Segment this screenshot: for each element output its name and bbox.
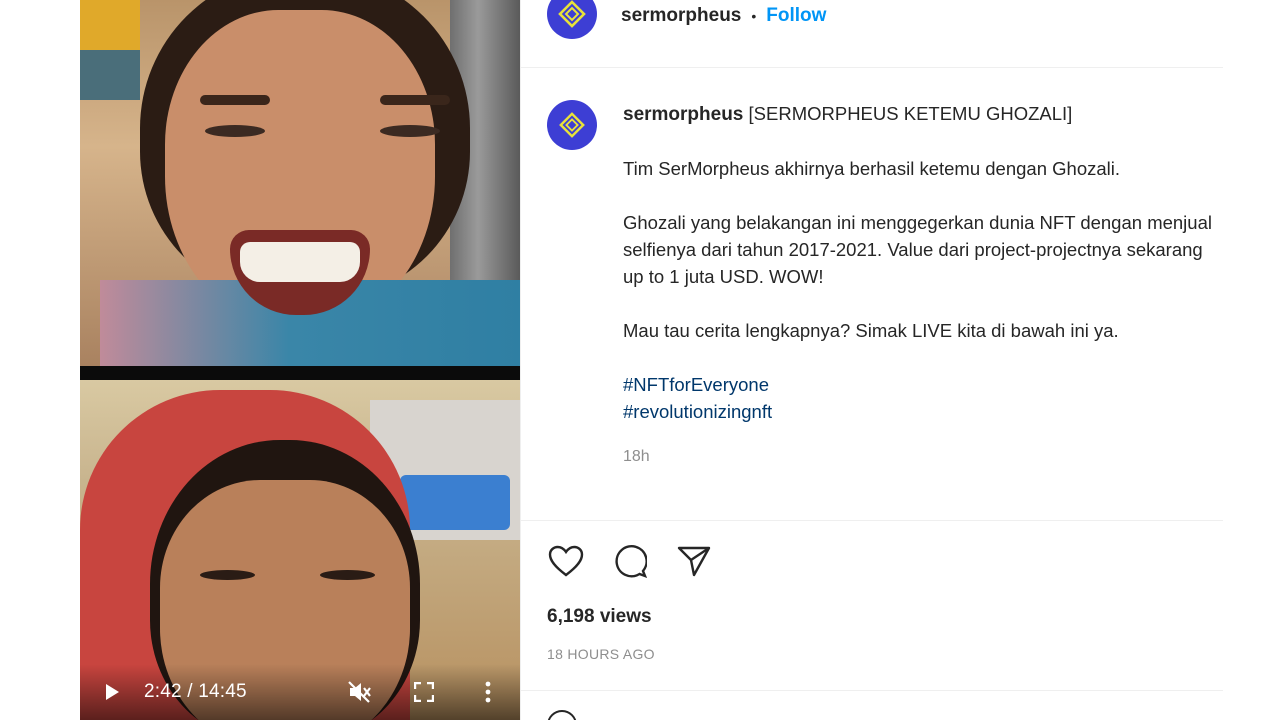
teeth bbox=[240, 242, 360, 282]
comment-icon[interactable] bbox=[611, 542, 649, 580]
video-controls-right bbox=[346, 678, 502, 706]
section-divider bbox=[521, 520, 1223, 521]
eye bbox=[320, 570, 375, 580]
top-camera-feed bbox=[80, 0, 520, 366]
separator-dot: • bbox=[751, 7, 757, 24]
eye bbox=[380, 125, 440, 137]
caption-avatar[interactable] bbox=[547, 100, 597, 150]
post-actions bbox=[547, 542, 713, 580]
caption-paragraph: Tim SerMorpheus akhirnya berhasil ketemu… bbox=[623, 158, 1121, 179]
video-timecode: 2:42 / 14:45 bbox=[144, 681, 247, 702]
caption-title-line: sermorpheus [SERMORPHEUS KETEMU GHOZALI] bbox=[623, 100, 1217, 128]
eyebrow bbox=[380, 95, 450, 105]
caption-title: [SERMORPHEUS KETEMU GHOZALI] bbox=[748, 103, 1073, 124]
eye bbox=[200, 570, 255, 580]
hashtag-link[interactable]: #NFTforEveryone bbox=[623, 371, 1217, 398]
muted-icon[interactable] bbox=[346, 678, 374, 706]
header-username[interactable]: sermorpheus bbox=[621, 5, 741, 27]
wall-decor bbox=[80, 50, 140, 100]
sermorpheus-logo-icon bbox=[558, 0, 586, 28]
caption-paragraph: Mau tau cerita lengkapnya? Simak LIVE ki… bbox=[623, 320, 1119, 341]
caption-timestamp[interactable]: 18h bbox=[623, 443, 1217, 470]
caption-paragraph: Ghozali yang belakangan ini menggegerkan… bbox=[623, 212, 1212, 287]
eye bbox=[205, 125, 265, 137]
instagram-post-page: 2:42 / 14:45 sermorpheus • Follow sermor… bbox=[0, 0, 1280, 720]
post-header: sermorpheus • Follow bbox=[521, 0, 1223, 68]
video-controls-bar: 2:42 / 14:45 bbox=[80, 664, 520, 720]
hashtag-list: #NFTforEveryone #revolutionizingnft bbox=[623, 371, 1217, 425]
caption-body: sermorpheus [SERMORPHEUS KETEMU GHOZALI]… bbox=[623, 100, 1217, 470]
play-icon[interactable] bbox=[98, 678, 126, 706]
emoji-icon[interactable] bbox=[547, 710, 577, 720]
profile-avatar[interactable] bbox=[547, 0, 597, 39]
caption-username[interactable]: sermorpheus bbox=[623, 104, 743, 125]
left-gutter bbox=[0, 0, 80, 720]
section-divider bbox=[521, 690, 1223, 691]
live-video-player[interactable]: 2:42 / 14:45 bbox=[80, 0, 520, 720]
share-icon[interactable] bbox=[675, 542, 713, 580]
eyebrow bbox=[200, 95, 270, 105]
more-vertical-icon[interactable] bbox=[474, 678, 502, 706]
post-caption: sermorpheus [SERMORPHEUS KETEMU GHOZALI]… bbox=[547, 100, 1217, 470]
follow-button[interactable]: Follow bbox=[766, 5, 826, 27]
heart-icon[interactable] bbox=[547, 542, 585, 580]
sermorpheus-logo-icon bbox=[559, 112, 585, 138]
posted-time: 18 HOURS AGO bbox=[547, 646, 655, 662]
basket-background bbox=[400, 475, 510, 530]
hashtag-link[interactable]: #revolutionizingnft bbox=[623, 398, 1217, 425]
split-divider bbox=[80, 366, 520, 380]
views-count[interactable]: 6,198 views bbox=[547, 606, 652, 628]
wall-decor bbox=[80, 0, 140, 50]
fullscreen-icon[interactable] bbox=[410, 678, 438, 706]
post-details-panel: sermorpheus • Follow sermorpheus [SERMOR… bbox=[520, 0, 1223, 720]
